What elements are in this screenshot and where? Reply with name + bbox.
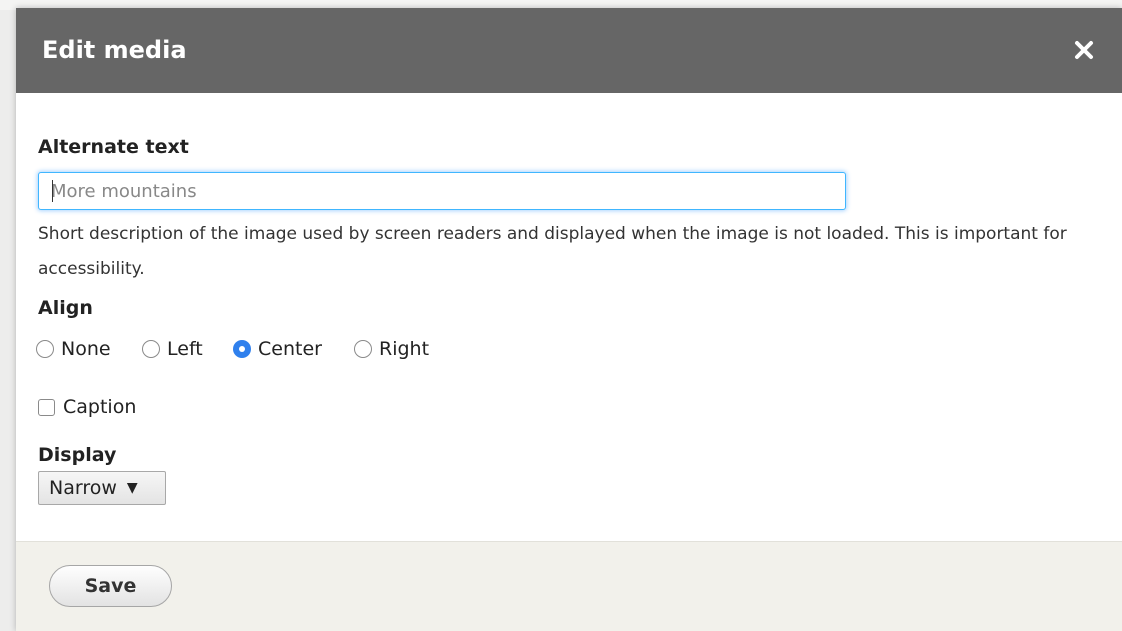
radio-checked-icon <box>233 340 251 358</box>
dialog-footer: Save <box>16 541 1122 631</box>
display-selected-value: Narrow <box>49 477 117 499</box>
alt-text-label: Alternate text <box>38 136 189 158</box>
align-option-center[interactable]: Center <box>233 335 322 363</box>
align-option-left[interactable]: Left <box>142 335 203 363</box>
align-option-right[interactable]: Right <box>354 335 429 363</box>
dropdown-arrow-icon: ▼ <box>126 480 138 496</box>
align-option-label: Center <box>258 338 322 360</box>
alt-text-description: Short description of the image used by s… <box>38 224 1067 279</box>
dialog-title: Edit media <box>42 36 187 64</box>
align-option-label: Left <box>167 338 203 360</box>
close-button[interactable] <box>1066 32 1102 68</box>
align-option-none[interactable]: None <box>36 335 111 363</box>
radio-unchecked-icon <box>354 340 372 358</box>
align-option-label: Right <box>379 338 430 360</box>
caption-checkbox[interactable]: Caption <box>38 393 136 421</box>
display-select[interactable]: Narrow ▼ <box>38 471 166 505</box>
dialog-titlebar: Edit media <box>16 8 1122 93</box>
align-option-label: None <box>61 338 111 360</box>
alt-text-input[interactable] <box>38 172 846 210</box>
radio-unchecked-icon <box>142 340 160 358</box>
edit-media-dialog: Edit media Alternate text Short descript… <box>16 8 1122 631</box>
text-caret <box>52 180 53 202</box>
checkbox-icon <box>38 398 55 416</box>
radio-unchecked-icon <box>36 340 54 358</box>
align-label: Align <box>38 297 93 319</box>
dialog-content: Alternate text Short description of the … <box>16 93 1122 541</box>
save-button[interactable]: Save <box>49 565 172 607</box>
caption-label: Caption <box>63 396 137 418</box>
display-label: Display <box>38 444 117 466</box>
close-icon <box>1075 41 1093 59</box>
